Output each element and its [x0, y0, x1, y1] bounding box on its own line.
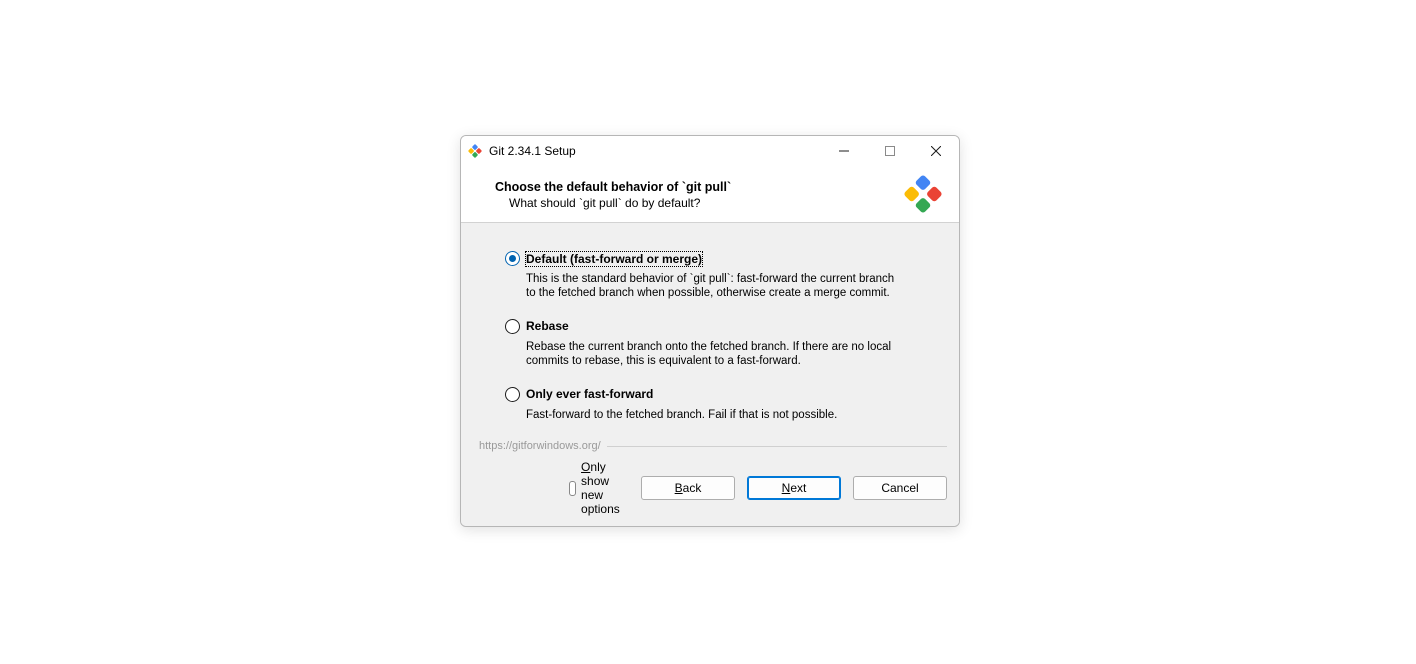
window-title: Git 2.34.1 Setup [489, 144, 821, 158]
option-default[interactable]: Default (fast-forward or merge) This is … [505, 251, 927, 301]
option-rebase[interactable]: Rebase Rebase the current branch onto th… [505, 319, 927, 369]
checkbox-icon[interactable] [569, 481, 576, 496]
titlebar: Git 2.34.1 Setup [461, 136, 959, 166]
checkbox-label: Only show new options [581, 460, 629, 516]
header-panel: Choose the default behavior of `git pull… [461, 166, 959, 223]
installer-window: Git 2.34.1 Setup Choose the default beha… [460, 135, 960, 527]
radio-icon[interactable] [505, 319, 520, 334]
next-button[interactable]: Next [747, 476, 841, 500]
radio-icon[interactable] [505, 387, 520, 402]
options-area: Default (fast-forward or merge) This is … [461, 223, 959, 440]
back-button[interactable]: Back [641, 476, 735, 500]
option-desc: Fast-forward to the fetched branch. Fail… [526, 408, 906, 422]
option-label: Rebase [526, 319, 569, 333]
homepage-link[interactable]: https://gitforwindows.org/ [461, 440, 607, 452]
only-new-options-checkbox[interactable]: Only show new options [569, 460, 629, 516]
option-desc: This is the standard behavior of `git pu… [526, 272, 906, 301]
git-icon [467, 143, 483, 159]
divider [607, 446, 947, 447]
cancel-button[interactable]: Cancel [853, 476, 947, 500]
git-logo-icon [903, 174, 943, 214]
page-title: Choose the default behavior of `git pull… [495, 180, 941, 194]
minimize-button[interactable] [821, 136, 867, 166]
footer: https://gitforwindows.org/ Only show new… [461, 440, 959, 526]
option-label: Default (fast-forward or merge) [526, 252, 702, 266]
option-desc: Rebase the current branch onto the fetch… [526, 340, 906, 369]
page-subtitle: What should `git pull` do by default? [509, 196, 941, 210]
close-button[interactable] [913, 136, 959, 166]
option-ff-only[interactable]: Only ever fast-forward Fast-forward to t… [505, 387, 927, 422]
maximize-button[interactable] [867, 136, 913, 166]
option-label: Only ever fast-forward [526, 387, 653, 401]
radio-icon[interactable] [505, 251, 520, 266]
